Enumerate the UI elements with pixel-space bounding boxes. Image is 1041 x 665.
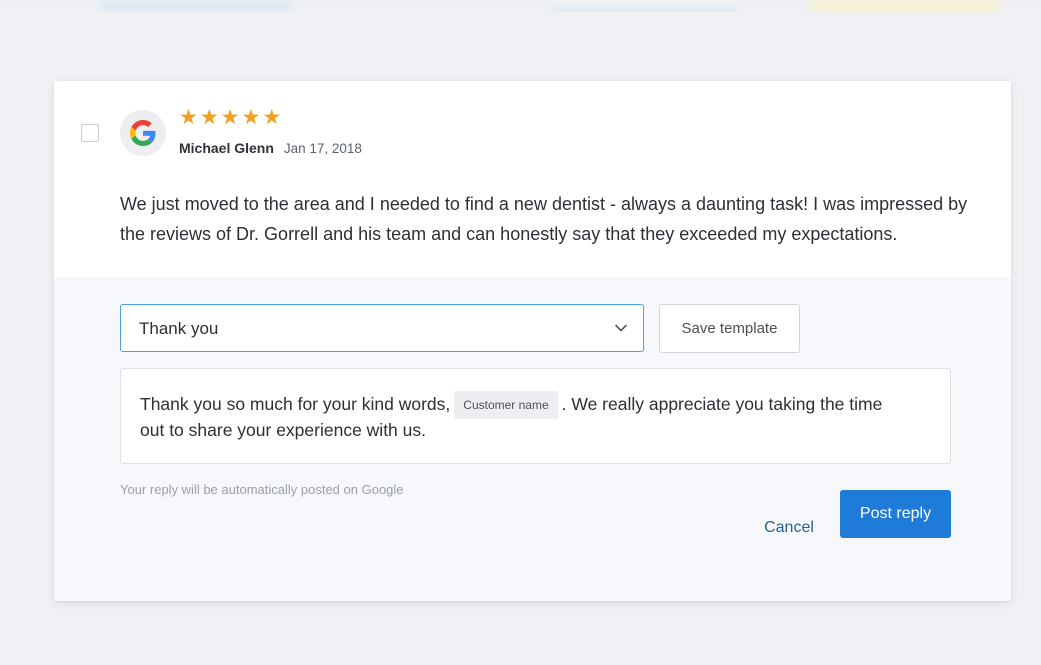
google-avatar [120,110,166,156]
review-text: We just moved to the area and I needed t… [120,194,968,244]
star-icon: ★ [241,106,261,129]
reply-section: Thank you Save template Thank you so muc… [54,277,1011,601]
template-select-value: Thank you [139,319,219,338]
star-icon: ★ [262,106,282,129]
star-icon: ★ [199,106,219,129]
star-icon: ★ [179,106,198,129]
chevron-down-icon [615,324,627,332]
review-card: ★ ★ ★ ★ ★ Michael Glenn Jan 17, 2018 We … [54,81,1011,601]
auto-post-hint: Your reply will be automatically posted … [120,482,404,497]
reply-text-start: Thank you so much for your kind words, [140,394,451,414]
template-select[interactable]: Thank you [120,304,644,352]
review-section: ★ ★ ★ ★ ★ Michael Glenn Jan 17, 2018 We … [54,81,1011,277]
cancel-button[interactable]: Cancel [754,513,824,543]
reviewer-info: Michael Glenn Jan 17, 2018 [179,139,362,158]
reviewer-name: Michael Glenn [179,140,274,156]
customer-name-token[interactable]: Customer name [454,391,558,419]
reply-textarea[interactable]: Thank you so much for your kind words, Cu… [120,368,951,464]
save-template-button[interactable]: Save template [659,304,800,353]
review-date: Jan 17, 2018 [283,141,362,156]
google-g-icon [130,120,156,146]
background-shape [100,0,292,12]
reply-text: Thank you so much for your kind words, Cu… [140,391,910,441]
select-review-checkbox[interactable] [81,124,99,142]
star-icon: ★ [220,106,240,129]
rating-stars: ★ ★ ★ ★ ★ [179,107,281,129]
post-reply-button[interactable]: Post reply [840,490,951,538]
